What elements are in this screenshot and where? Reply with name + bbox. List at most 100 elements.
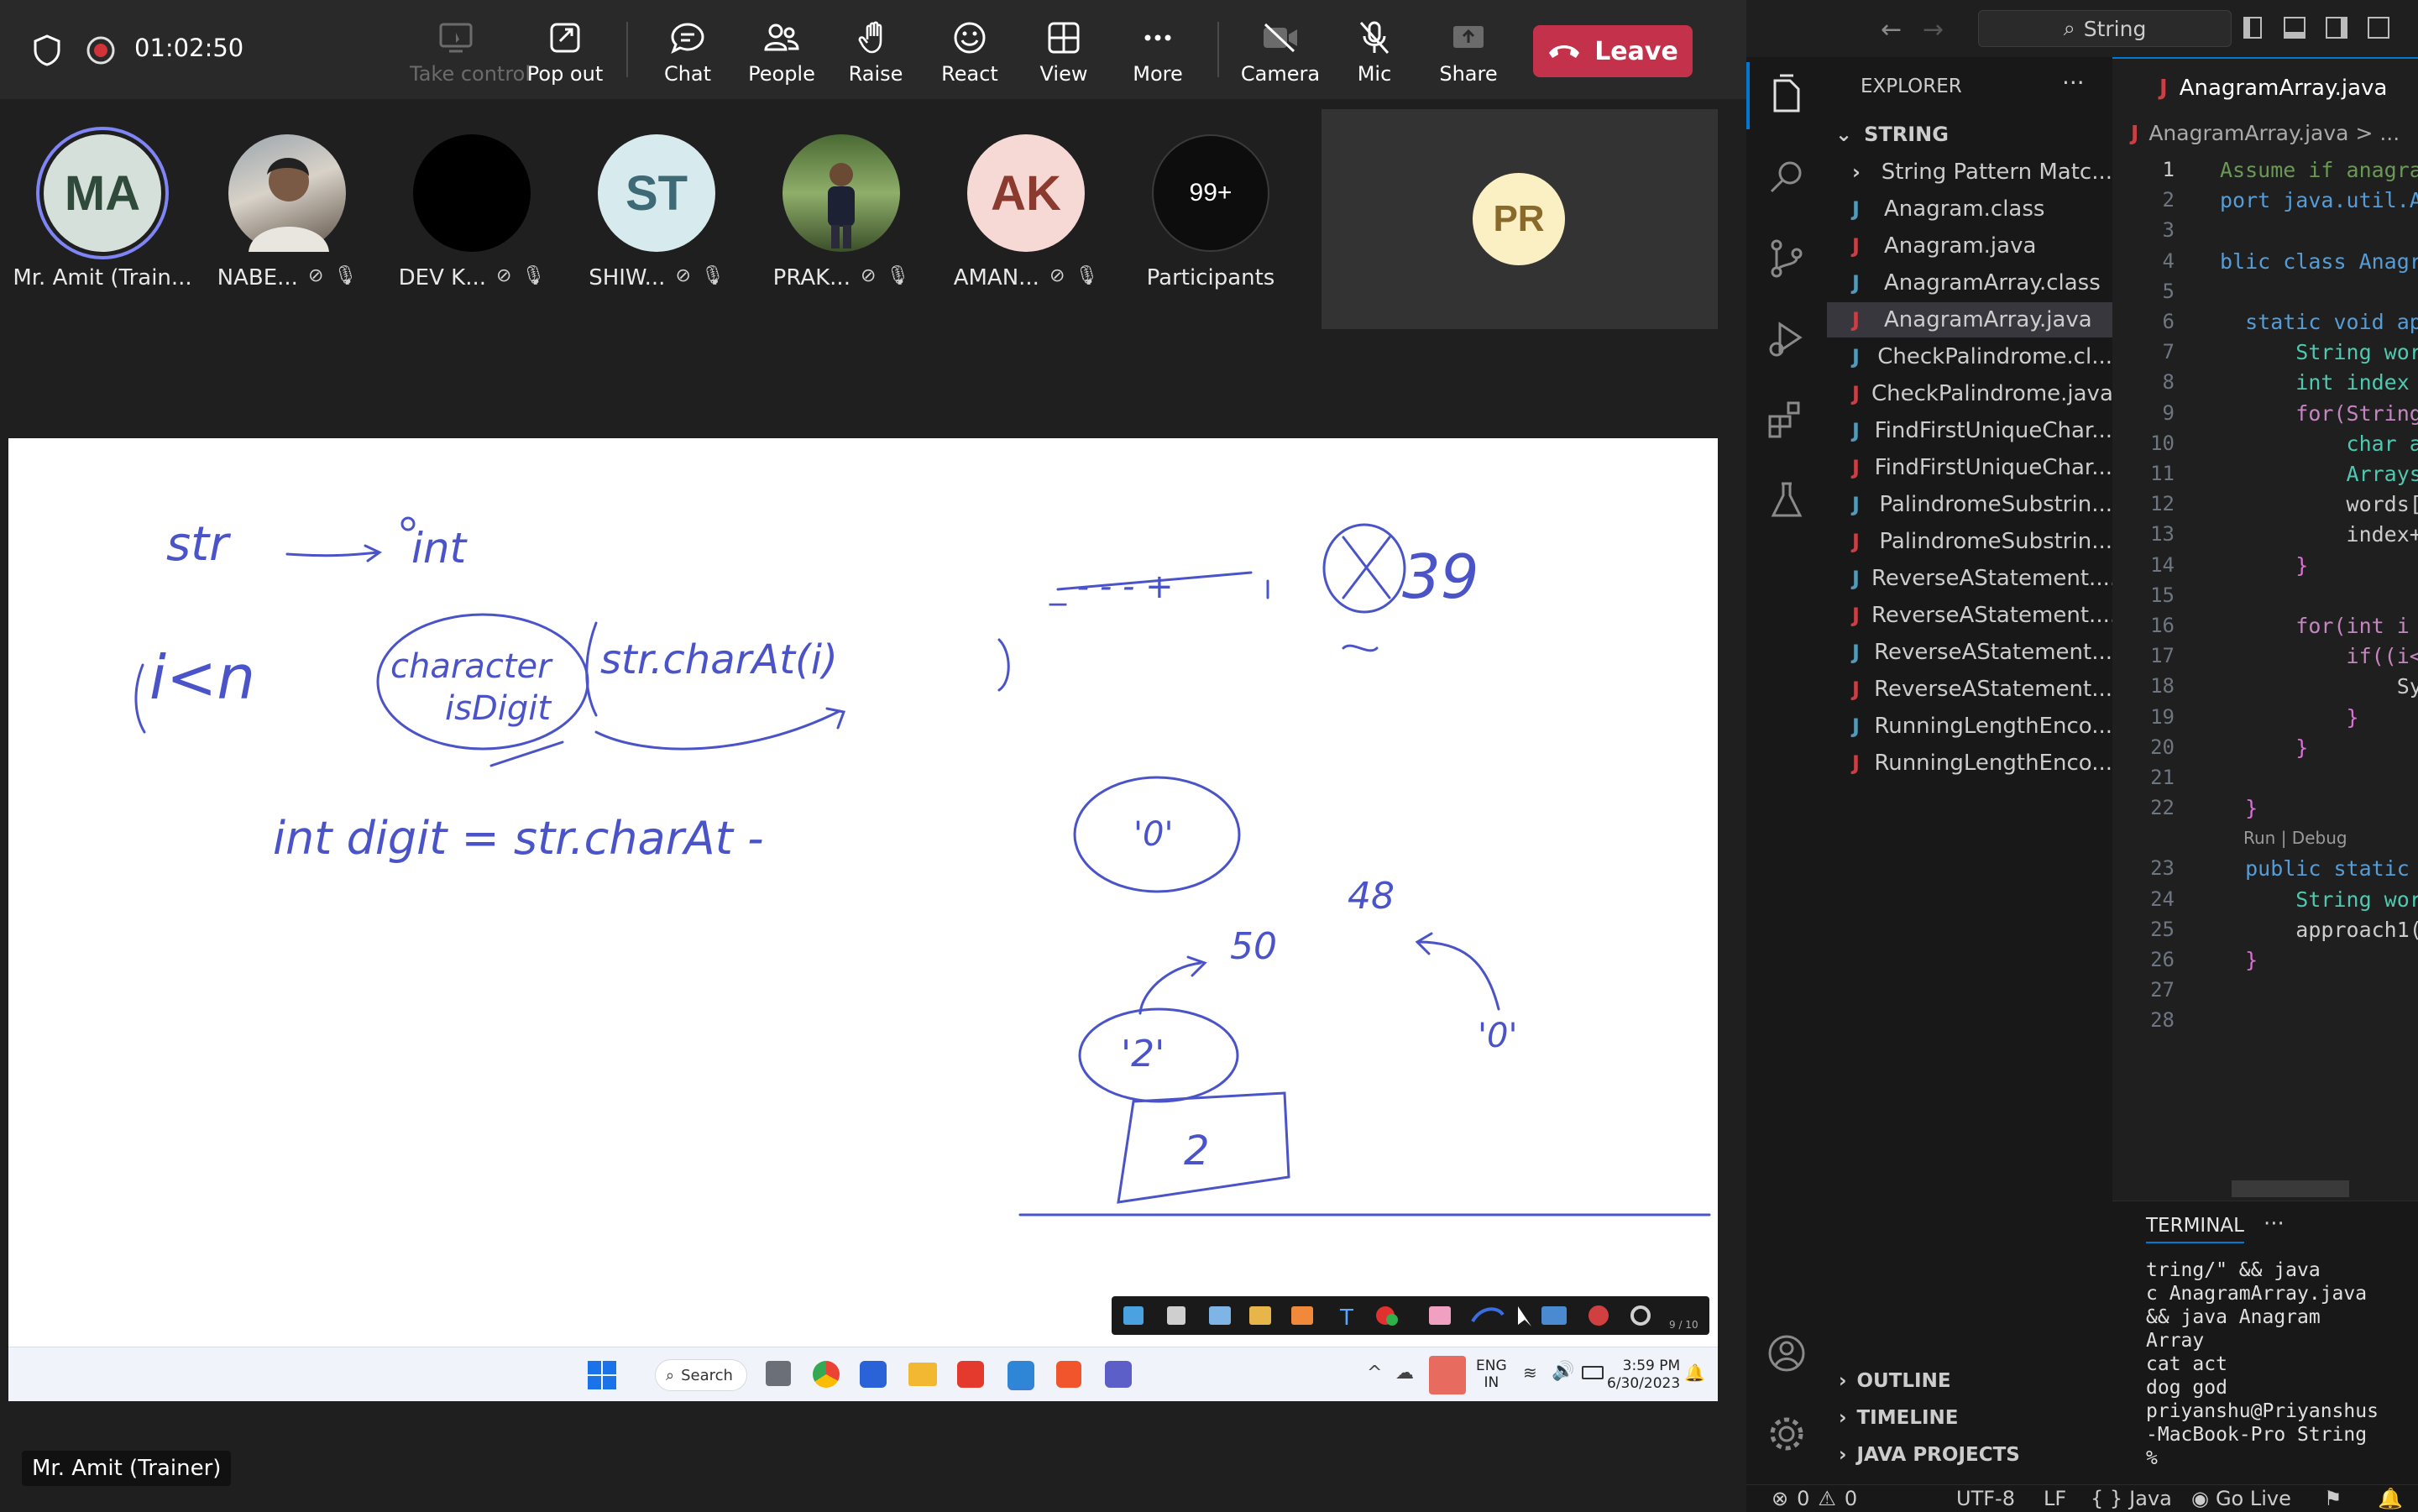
self-video-tile[interactable]: PR <box>1322 109 1718 329</box>
share-button[interactable]: Share <box>1422 15 1515 91</box>
explorer-file-item[interactable]: J RunningLengthEnco... <box>1827 746 2112 781</box>
explorer-file-item[interactable]: J Anagram.java <box>1827 228 2112 264</box>
participant-tile[interactable]: DEV K... ⊘ 🎙 <box>388 134 556 290</box>
participant-tile[interactable]: PRAK... ⊘ 🎙 <box>757 134 925 290</box>
people-button[interactable]: People <box>735 15 828 91</box>
timeline-label: TIMELINE <box>1856 1407 1959 1429</box>
task-view-icon[interactable] <box>766 1361 791 1386</box>
explorer-file-item[interactable]: J RunningLengthEnco... <box>1827 709 2112 744</box>
participant-tile[interactable]: AK AMAN... ⊘ 🎙 <box>942 134 1110 290</box>
camera-off-icon <box>1264 23 1297 53</box>
pen-annotation-toolbar[interactable]: T 9 / 10 <box>1112 1296 1709 1335</box>
windows-start-icon[interactable] <box>588 1361 616 1389</box>
leave-button[interactable]: Leave <box>1533 25 1693 77</box>
explorer-file-item[interactable]: J ReverseAStatement.... <box>1827 561 2112 596</box>
breadcrumb[interactable]: J AnagramArray.java > ... <box>2131 121 2400 145</box>
encoding-indicator[interactable]: UTF-8 <box>1956 1487 2015 1510</box>
run-debug-icon[interactable] <box>1763 316 1810 363</box>
terminal-tab[interactable]: TERMINAL <box>2146 1215 2244 1243</box>
battery-icon[interactable] <box>1582 1366 1604 1379</box>
svg-text:'0': '0' <box>1478 1017 1517 1055</box>
account-icon[interactable] <box>1763 1330 1810 1377</box>
language-mode[interactable]: { } Java <box>2091 1487 2172 1510</box>
eol-indicator[interactable]: LF <box>2044 1487 2066 1510</box>
participant-tile[interactable]: ST SHIW... ⊘ 🎙 <box>573 134 741 290</box>
explorer-file-item[interactable]: J AnagramArray.java <box>1827 302 2112 337</box>
store-icon[interactable] <box>860 1361 887 1388</box>
explorer-folder-item[interactable]: › String Pattern Matc... <box>1827 154 2112 190</box>
explorer-file-item[interactable]: J PalindromeSubstrin... <box>1827 524 2112 559</box>
language-indicator[interactable]: ENG IN <box>1476 1358 1507 1391</box>
take-control-button[interactable]: Take control <box>410 15 531 91</box>
mic-in-use-icon[interactable] <box>1429 1356 1466 1394</box>
forward-arrow-icon[interactable]: → <box>1923 15 1944 44</box>
shield-icon[interactable] <box>30 34 64 67</box>
participant-tile[interactable]: MA Mr. Amit (Train... <box>13 134 192 290</box>
explorer-file-item[interactable]: J FindFirstUniqueChar... <box>1827 450 2112 485</box>
more-actions-icon[interactable]: ··· <box>2264 1211 2285 1237</box>
volume-icon[interactable]: 🔊 <box>1552 1361 1574 1382</box>
editor-tab[interactable]: J AnagramArray.java <box>2112 57 2418 118</box>
chrome-icon[interactable] <box>813 1361 840 1388</box>
more-actions-icon[interactable]: ··· <box>2062 69 2085 97</box>
explorer-files-icon[interactable] <box>1763 72 1810 119</box>
code-line: String word <box>2220 340 2418 365</box>
line-number: 12 <box>2150 492 2175 516</box>
line-number: 27 <box>2150 978 2175 1002</box>
extensions-icon[interactable] <box>1763 396 1810 443</box>
explorer-file-item[interactable]: J CheckPalindrome.cl... <box>1827 339 2112 374</box>
folder-header[interactable]: ⌄ STRING <box>1835 123 1949 146</box>
mic-off-icon <box>1359 21 1390 54</box>
more-button[interactable]: More <box>1112 15 1204 91</box>
code-line: index++ <box>2220 522 2418 547</box>
outline-section[interactable]: › OUTLINE <box>1839 1370 1951 1392</box>
testing-flask-icon[interactable] <box>1763 477 1810 524</box>
chat-button[interactable]: Chat <box>641 15 734 91</box>
java-projects-section[interactable]: › JAVA PROJECTS <box>1839 1444 2020 1466</box>
back-arrow-icon[interactable]: ← <box>1881 15 1902 44</box>
mic-button[interactable]: Mic <box>1328 15 1421 91</box>
timeline-section[interactable]: › TIMELINE <box>1839 1407 1959 1429</box>
teams-taskbar-icon[interactable] <box>1105 1361 1132 1388</box>
camera-button[interactable]: Camera <box>1234 15 1327 91</box>
go-live-button[interactable]: ◉ Go Live <box>2191 1487 2291 1510</box>
chevron-up-icon[interactable]: ^ <box>1367 1363 1382 1384</box>
command-search[interactable]: ⌕ String <box>1978 10 2232 47</box>
explorer-file-item[interactable]: J FindFirstUniqueChar... <box>1827 413 2112 448</box>
explorer-file-item[interactable]: J CheckPalindrome.java <box>1827 376 2112 411</box>
customize-layout-icon[interactable] <box>2368 17 2389 39</box>
notification-icon[interactable]: 🔔 <box>1684 1363 1705 1383</box>
feedback-icon[interactable]: ⚑ <box>2324 1487 2342 1510</box>
explorer-file-item[interactable]: J ReverseAStatement... <box>1827 672 2112 707</box>
explorer-file-item[interactable]: J ReverseAStatement... <box>1827 635 2112 670</box>
wps-office-icon[interactable] <box>957 1361 984 1388</box>
raise-hand-button[interactable]: Raise <box>830 15 922 91</box>
horizontal-scrollbar[interactable] <box>2232 1180 2349 1197</box>
problems-indicator[interactable]: ⊗ 0 ⚠ 0 <box>1772 1487 1857 1510</box>
participants-overflow[interactable]: 99+ Participants <box>1127 134 1295 290</box>
system-clock[interactable]: 3:59 PM 6/30/2023 <box>1607 1358 1680 1393</box>
search-icon[interactable] <box>1763 154 1810 201</box>
pop-out-button[interactable]: Pop out <box>519 15 611 91</box>
camera-off-icon: ⊘ <box>307 265 324 286</box>
explorer-file-item[interactable]: J PalindromeSubstrin... <box>1827 487 2112 522</box>
react-button[interactable]: React <box>924 15 1016 91</box>
file-explorer-icon[interactable] <box>908 1363 937 1386</box>
vscode-taskbar-icon[interactable] <box>1008 1361 1034 1390</box>
settings-gear-icon[interactable] <box>1763 1410 1810 1457</box>
explorer-file-item[interactable]: J ReverseAStatement.... <box>1827 598 2112 633</box>
notification-bell-icon[interactable]: 🔔 <box>2378 1487 2403 1510</box>
participant-tile[interactable]: NABE... ⊘ 🎙 <box>203 134 371 290</box>
explorer-file-item[interactable]: J AnagramArray.class <box>1827 265 2112 301</box>
shared-screen-whiteboard: str int _ - - - + 39 i<n character isDig… <box>8 438 1718 1347</box>
source-control-icon[interactable] <box>1763 235 1810 282</box>
toggle-secondary-sidebar-icon[interactable] <box>2326 17 2347 39</box>
explorer-file-item[interactable]: J Anagram.class <box>1827 191 2112 227</box>
toggle-panel-icon[interactable] <box>2284 17 2305 39</box>
toggle-sidebar-icon[interactable] <box>2243 17 2262 39</box>
brave-icon[interactable] <box>1056 1361 1081 1388</box>
view-button[interactable]: View <box>1018 15 1110 91</box>
codelens-run-debug[interactable]: Run | Debug <box>2243 828 2347 848</box>
wifi-icon[interactable]: ≋ <box>1523 1363 1537 1383</box>
taskbar-search[interactable]: ⌕ Search <box>655 1359 747 1391</box>
